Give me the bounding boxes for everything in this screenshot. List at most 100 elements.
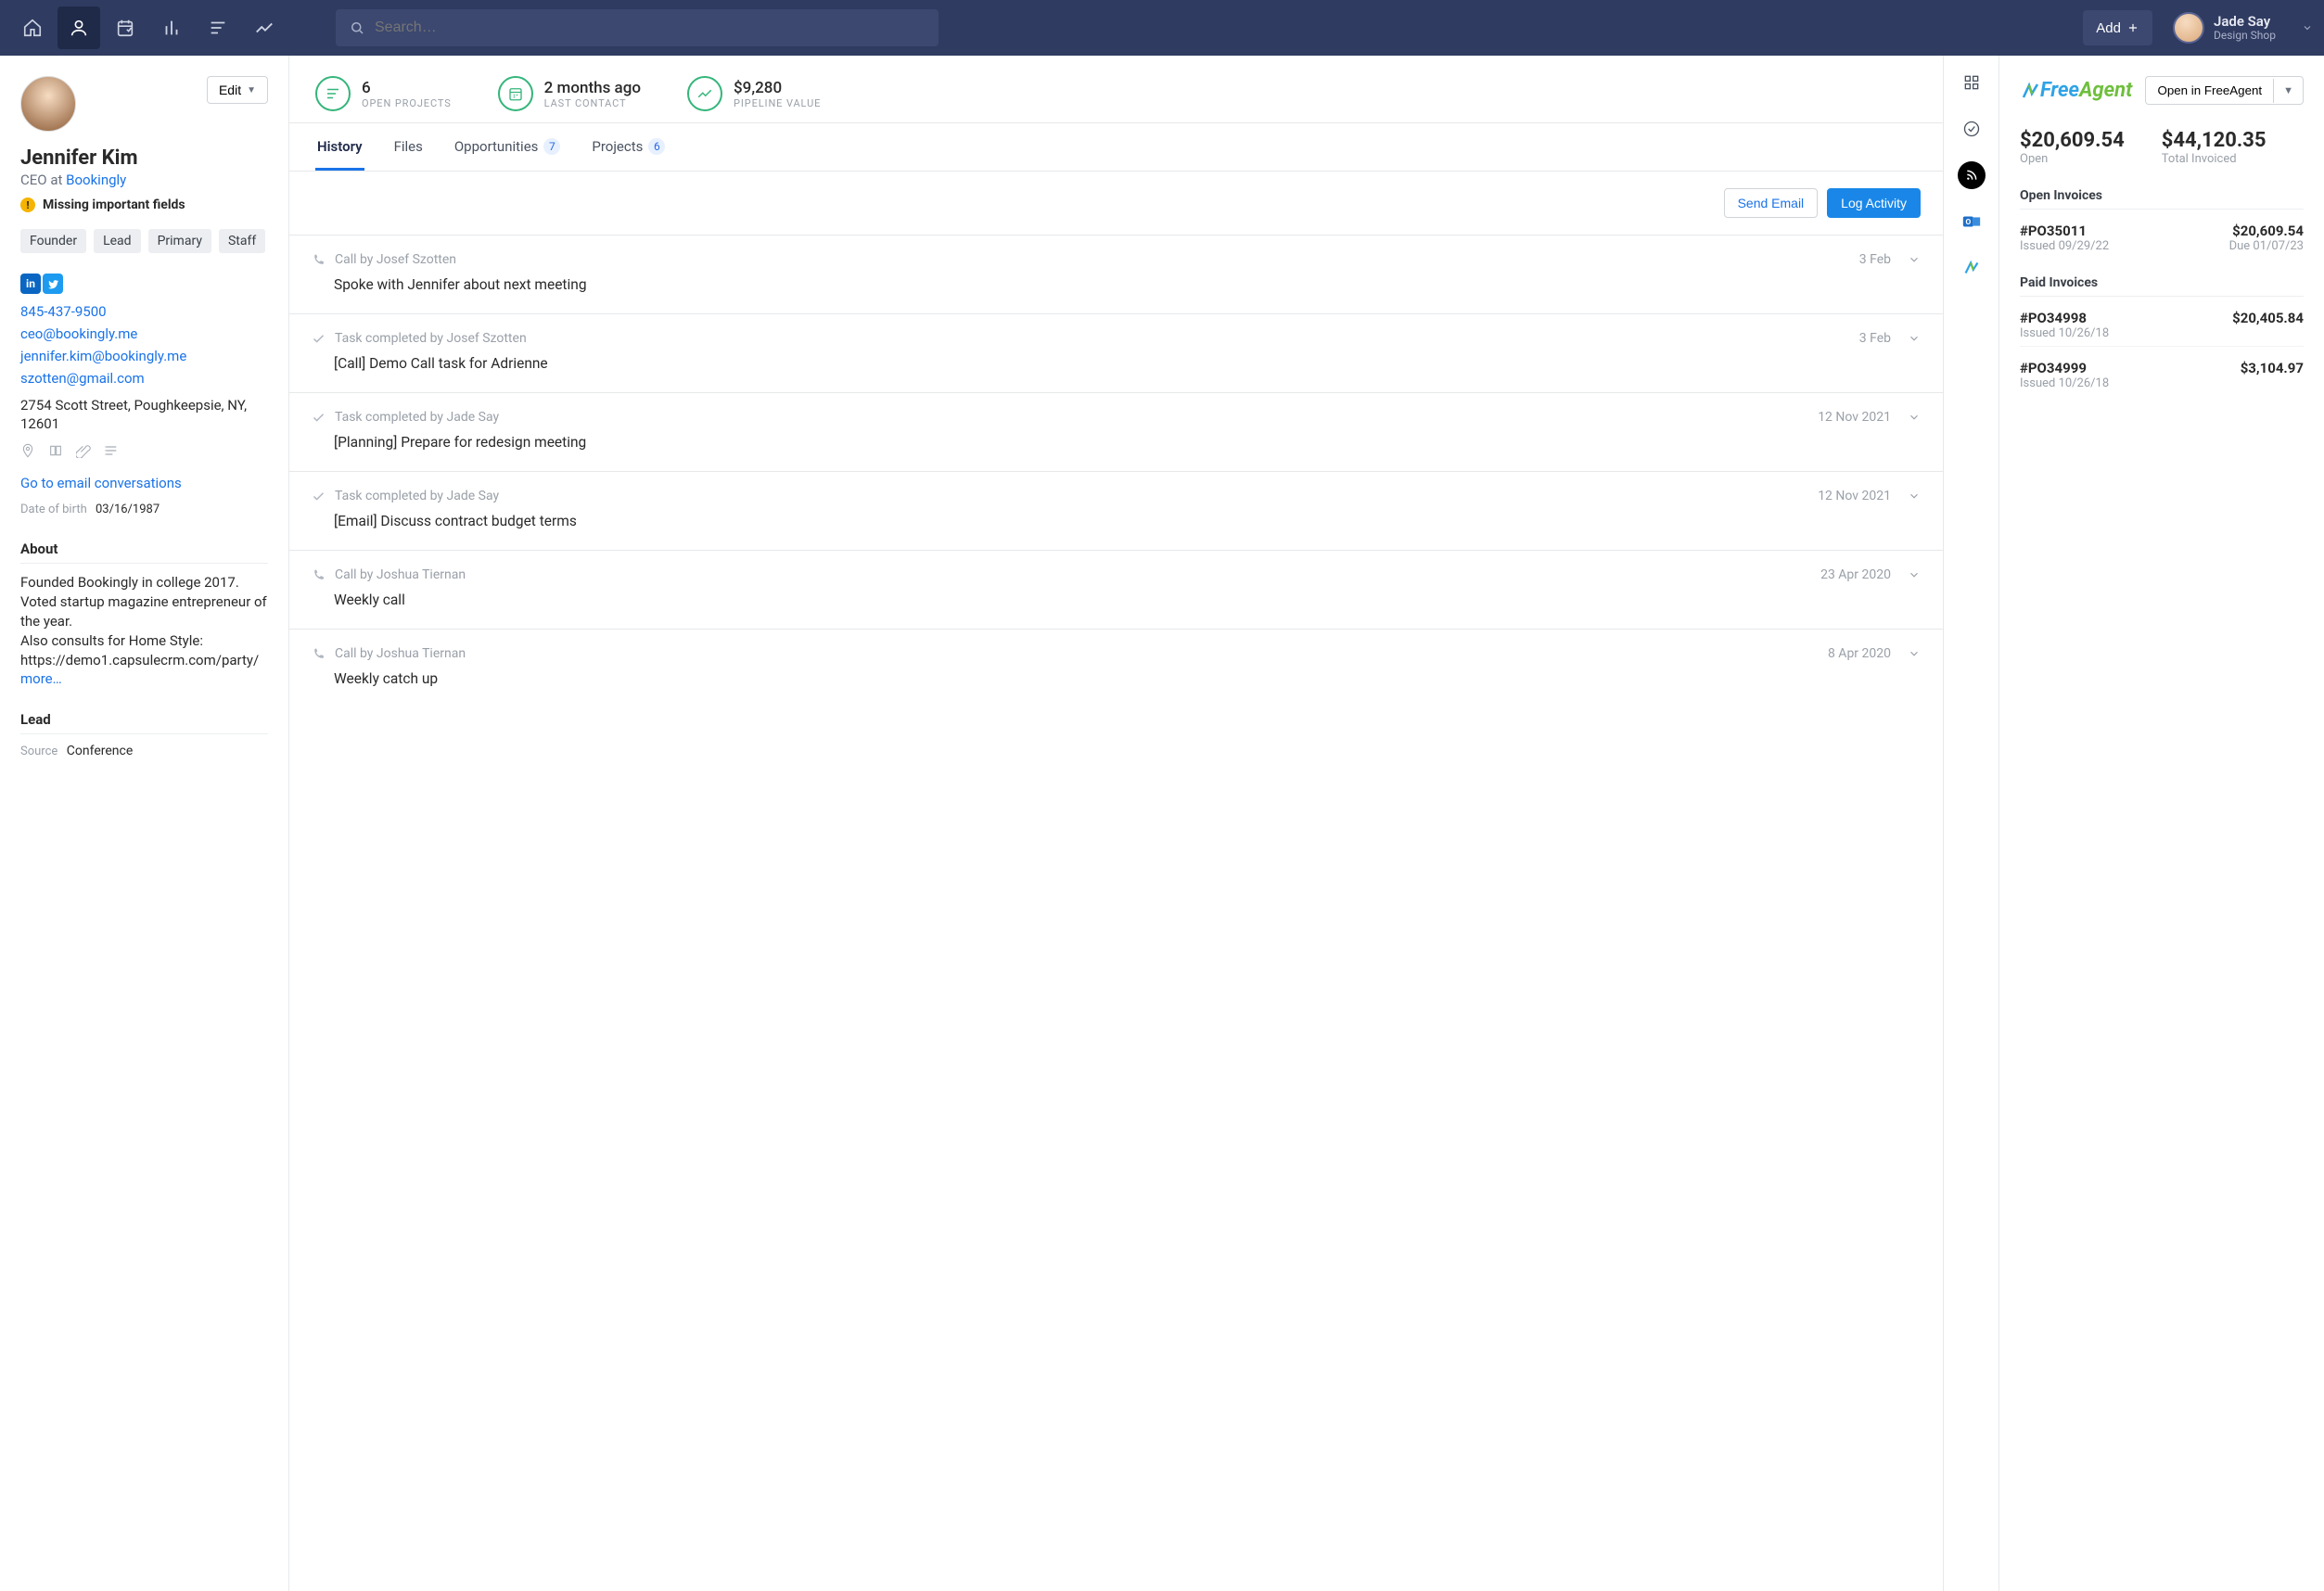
tab-opportunities[interactable]: Opportunities7 bbox=[453, 123, 563, 171]
social-links: in bbox=[20, 274, 268, 294]
about-more-link[interactable]: more… bbox=[20, 670, 62, 687]
contact-avatar bbox=[20, 76, 76, 132]
search-box[interactable] bbox=[336, 9, 939, 46]
activity-feed: Call by Josef Szotten 3 Feb Spoke with Jen… bbox=[289, 235, 1943, 707]
email-link[interactable]: szotten@gmail.com bbox=[20, 370, 268, 387]
feed-item-meta: Task completed by Josef Szotten bbox=[335, 331, 1850, 346]
stat-last-contact[interactable]: 2 months agoLast Contact bbox=[498, 76, 641, 111]
linkedin-icon[interactable]: in bbox=[20, 274, 41, 294]
tasks-icon[interactable] bbox=[1958, 115, 1986, 143]
chevron-down-icon bbox=[2302, 22, 2313, 33]
freeagent-icon[interactable] bbox=[1958, 254, 1986, 282]
invoice-row[interactable]: #PO35011Issued 09/29/22$20,609.54Due 01/… bbox=[2020, 210, 2304, 259]
date-of-birth: Date of birth 03/16/1987 bbox=[20, 503, 268, 516]
paid-invoices-heading: Paid Invoices bbox=[2020, 275, 2304, 297]
stats-row: 6Open Projects 2 months agoLast Contact … bbox=[289, 56, 1943, 123]
plus-icon bbox=[2126, 21, 2139, 34]
invoice-row[interactable]: #PO34999Issued 10/26/18$3,104.97 bbox=[2020, 347, 2304, 396]
feed-item-meta: Call by Joshua Tiernan bbox=[335, 567, 1811, 582]
list-icon[interactable] bbox=[104, 443, 119, 458]
svg-text:O: O bbox=[1965, 218, 1971, 227]
add-button[interactable]: Add bbox=[2083, 10, 2152, 45]
feed-item-date: 3 Feb bbox=[1859, 331, 1891, 346]
check-icon bbox=[312, 332, 326, 346]
log-activity-button[interactable]: Log Activity bbox=[1827, 188, 1921, 218]
top-nav: Add Jade Say Design Shop bbox=[0, 0, 2324, 56]
phone-icon bbox=[312, 253, 326, 267]
feed-item-date: 3 Feb bbox=[1859, 252, 1891, 267]
invoice-number: #PO35011 bbox=[2020, 223, 2109, 239]
freeagent-logo: FreeAgent bbox=[2020, 79, 2132, 102]
tag[interactable]: Staff bbox=[219, 229, 265, 253]
search-icon bbox=[349, 19, 365, 36]
feed-item-meta: Call by Joshua Tiernan bbox=[335, 646, 1819, 661]
feed-item[interactable]: Task completed by Jade Say12 Nov 2021[Pl… bbox=[289, 392, 1943, 471]
missing-fields-warning[interactable]: ! Missing important fields bbox=[20, 197, 268, 212]
contact-company-link[interactable]: Bookingly bbox=[66, 172, 126, 188]
email-link[interactable]: jennifer.kim@bookingly.me bbox=[20, 348, 268, 364]
twitter-icon[interactable] bbox=[43, 274, 63, 294]
contact-name: Jennifer Kim bbox=[20, 146, 268, 170]
feed-item[interactable]: Call by Joshua Tiernan8 Apr 2020Weekly c… bbox=[289, 629, 1943, 707]
user-menu[interactable]: Jade Say Design Shop bbox=[2173, 12, 2313, 44]
nav-lists-icon[interactable] bbox=[197, 6, 239, 49]
tabs: History Files Opportunities7 Projects6 bbox=[289, 123, 1943, 172]
nav-people-icon[interactable] bbox=[57, 6, 100, 49]
feed-item-meta: Call by Josef Szotten bbox=[335, 252, 1850, 267]
feed-item-title: Spoke with Jennifer about next meeting bbox=[312, 276, 1921, 293]
open-in-freeagent-button[interactable]: Open in FreeAgent ▼ bbox=[2145, 76, 2304, 105]
check-icon bbox=[312, 490, 326, 503]
apps-icon[interactable] bbox=[1958, 69, 1986, 96]
feed-item[interactable]: Task completed by Jade Say12 Nov 2021[Em… bbox=[289, 471, 1943, 550]
list-icon bbox=[315, 76, 351, 111]
invoice-issued: Issued 09/29/22 bbox=[2020, 239, 2109, 253]
feed-icon[interactable] bbox=[1958, 161, 1986, 189]
invoice-due: Due 01/07/23 bbox=[2229, 239, 2304, 253]
chevron-down-icon[interactable] bbox=[1908, 332, 1921, 345]
email-link[interactable]: ceo@bookingly.me bbox=[20, 325, 268, 342]
outlook-icon[interactable]: O bbox=[1958, 208, 1986, 235]
nav-reports-icon[interactable] bbox=[150, 6, 193, 49]
book-icon[interactable] bbox=[48, 443, 63, 458]
chevron-down-icon: ▼ bbox=[247, 85, 256, 95]
tab-history[interactable]: History bbox=[315, 123, 364, 171]
feed-item-meta: Task completed by Jade Say bbox=[335, 410, 1808, 425]
contact-role: CEO at Bookingly bbox=[20, 172, 268, 188]
kpi-total: $44,120.35 Total Invoiced bbox=[2162, 129, 2267, 166]
attachment-icon[interactable] bbox=[76, 443, 91, 458]
trend-icon bbox=[687, 76, 722, 111]
invoice-row[interactable]: #PO34998Issued 10/26/18$20,405.84 bbox=[2020, 297, 2304, 347]
chevron-down-icon[interactable] bbox=[1908, 568, 1921, 581]
user-company: Design Shop bbox=[2214, 30, 2276, 42]
tag[interactable]: Primary bbox=[148, 229, 211, 253]
edit-button[interactable]: Edit ▼ bbox=[207, 76, 268, 104]
tab-files[interactable]: Files bbox=[392, 123, 425, 171]
send-email-button[interactable]: Send Email bbox=[1724, 188, 1819, 218]
search-input[interactable] bbox=[375, 19, 926, 36]
feed-item-title: Weekly catch up bbox=[312, 670, 1921, 687]
action-buttons: Send Email Log Activity bbox=[289, 172, 1943, 235]
nav-home-icon[interactable] bbox=[11, 6, 54, 49]
phone-link[interactable]: 845-437-9500 bbox=[20, 303, 268, 320]
chevron-down-icon[interactable] bbox=[1908, 647, 1921, 660]
stat-open-projects[interactable]: 6Open Projects bbox=[315, 76, 452, 111]
chevron-down-icon[interactable] bbox=[1908, 490, 1921, 503]
feed-item[interactable]: Call by Josef Szotten 3 Feb Spoke with Jen… bbox=[289, 235, 1943, 313]
feed-item[interactable]: Call by Joshua Tiernan23 Apr 2020Weekly … bbox=[289, 550, 1943, 629]
chevron-down-icon[interactable] bbox=[1908, 411, 1921, 424]
tag[interactable]: Lead bbox=[94, 229, 140, 253]
calendar-icon bbox=[498, 76, 533, 111]
email-conversations-link[interactable]: Go to email conversations bbox=[20, 475, 268, 491]
pin-icon[interactable] bbox=[20, 443, 35, 458]
chevron-down-icon[interactable] bbox=[1908, 253, 1921, 266]
feed-item-title: [Email] Discuss contract budget terms bbox=[312, 513, 1921, 529]
feed-item-meta: Task completed by Jade Say bbox=[335, 489, 1808, 503]
tab-projects[interactable]: Projects6 bbox=[590, 123, 667, 171]
contact-meta-icons bbox=[20, 443, 268, 458]
feed-item[interactable]: Task completed by Josef Szotten3 Feb[Cal… bbox=[289, 313, 1943, 392]
nav-calendar-icon[interactable] bbox=[104, 6, 147, 49]
stat-pipeline-value[interactable]: $9,280Pipeline Value bbox=[687, 76, 821, 111]
tag[interactable]: Founder bbox=[20, 229, 86, 253]
invoice-number: #PO34999 bbox=[2020, 360, 2109, 376]
nav-trend-icon[interactable] bbox=[243, 6, 286, 49]
